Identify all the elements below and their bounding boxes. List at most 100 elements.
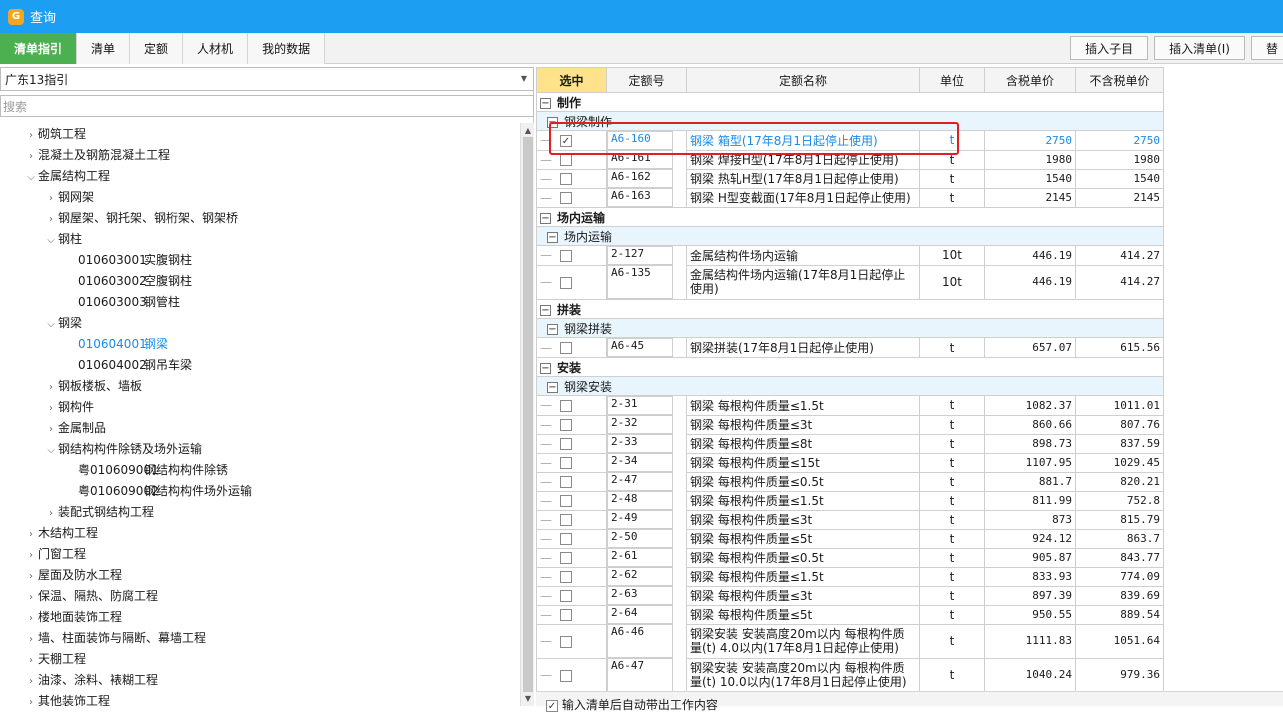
tree-node[interactable]: › 砌筑工程 — [24, 124, 86, 144]
table-row[interactable]: — 2-49 钢梁 每根构件质量≤3t t 873 815.79 — [536, 509, 1164, 530]
subcategory-row[interactable]: − 场内运输 — [536, 226, 1164, 246]
row-checkbox[interactable] — [560, 399, 572, 412]
auto-content-option[interactable]: ✓ 输入清单后自动带出工作内容 — [546, 696, 718, 713]
row-checkbox[interactable]: ✓ — [560, 134, 572, 147]
col-header-price-tax[interactable]: 含税单价 — [984, 67, 1076, 93]
category-row[interactable]: − 场内运输 — [536, 207, 1164, 227]
chevron-right-icon[interactable]: › — [24, 693, 38, 706]
category-row[interactable]: − 安装 — [536, 357, 1164, 377]
chevron-down-icon[interactable]: ⌵ — [44, 315, 58, 335]
table-row[interactable]: — 2-47 钢梁 每根构件质量≤0.5t t 881.7 820.21 — [536, 471, 1164, 492]
tree-node[interactable]: › 金属制品 — [44, 418, 106, 438]
chevron-right-icon[interactable]: › — [44, 399, 58, 419]
table-row[interactable]: — A6-161 钢梁 焊接H型(17年8月1日起停止使用) t 1980 1980 — [536, 149, 1164, 170]
tree-node[interactable]: › 墙、柱面装饰与隔断、幕墙工程 — [24, 628, 206, 648]
tree-node[interactable]: › 钢板楼板、墙板 — [44, 376, 142, 396]
collapse-icon[interactable]: − — [547, 381, 558, 393]
col-header-price-notax[interactable]: 不含税单价 — [1075, 67, 1164, 93]
table-row[interactable]: — 2-31 钢梁 每根构件质量≤1.5t t 1082.37 1011.01 — [536, 395, 1164, 416]
category-row[interactable]: − 拼装 — [536, 299, 1164, 319]
chevron-right-icon[interactable]: › — [24, 525, 38, 545]
row-checkbox[interactable] — [560, 249, 572, 262]
row-checkbox[interactable] — [560, 476, 572, 488]
table-row[interactable]: — A6-163 钢梁 H型变截面(17年8月1日起停止使用) t 2145 2145 — [536, 187, 1164, 208]
tree-node[interactable]: ⌵ 钢梁 — [44, 313, 82, 333]
tree-node[interactable]: › 天棚工程 — [24, 649, 86, 669]
col-header-select[interactable]: 选中 — [536, 67, 607, 93]
col-header-code[interactable]: 定额号 — [606, 67, 687, 93]
tree-node[interactable]: › 保温、隔热、防腐工程 — [24, 586, 158, 606]
tree-node[interactable]: › 混凝土及钢筋混凝土工程 — [24, 145, 170, 165]
row-checkbox[interactable] — [560, 419, 572, 431]
search-input[interactable]: 搜索 — [0, 95, 534, 117]
tree-node[interactable]: ⌵ 金属结构工程 — [24, 166, 110, 186]
scroll-up-icon[interactable]: ▲ — [523, 126, 533, 135]
tree-node[interactable]: 010603002空腹钢柱 — [64, 271, 192, 291]
chevron-right-icon[interactable]: › — [24, 147, 38, 167]
tree-node[interactable]: › 其他装饰工程 — [24, 691, 110, 706]
insert-child-button[interactable]: 插入子目 — [1070, 36, 1149, 60]
chevron-right-icon[interactable]: › — [24, 630, 38, 650]
tree-node[interactable]: ⌵ 钢结构构件除锈及场外运输 — [44, 439, 202, 459]
tree-node[interactable]: › 装配式钢结构工程 — [44, 502, 154, 522]
tree-node[interactable]: 粤010609001钢结构构件除锈 — [64, 460, 228, 480]
collapse-icon[interactable]: − — [547, 231, 558, 243]
chevron-right-icon[interactable]: › — [24, 609, 38, 629]
chevron-right-icon[interactable]: › — [24, 126, 38, 146]
collapse-icon[interactable]: − — [540, 304, 551, 316]
tree-node[interactable]: 010604001钢梁 — [64, 334, 168, 354]
table-row[interactable]: — 2-33 钢梁 每根构件质量≤8t t 898.73 837.59 — [536, 433, 1164, 454]
tree-node[interactable]: 010603001实腹钢柱 — [64, 250, 192, 270]
tree-node[interactable]: › 门窗工程 — [24, 544, 86, 564]
table-row[interactable]: — A6-45 钢梁拼装(17年8月1日起停止使用) t 657.07 615.56 — [536, 337, 1164, 358]
row-checkbox[interactable] — [560, 514, 572, 526]
table-row[interactable]: — 2-64 钢梁 每根构件质量≤5t t 950.55 889.54 — [536, 604, 1164, 625]
subcategory-row[interactable]: − 钢梁安装 — [536, 376, 1164, 396]
row-checkbox[interactable] — [560, 192, 572, 205]
table-row[interactable]: — 2-34 钢梁 每根构件质量≤15t t 1107.95 1029.45 — [536, 452, 1164, 473]
tree-node[interactable]: › 钢网架 — [44, 187, 94, 207]
chevron-down-icon[interactable]: ⌵ — [24, 168, 38, 188]
chevron-right-icon[interactable]: › — [24, 546, 38, 566]
row-checkbox[interactable] — [560, 571, 572, 583]
tab-2[interactable]: 定额 — [130, 33, 184, 64]
table-row[interactable]: — 2-32 钢梁 每根构件质量≤3t t 860.66 807.76 — [536, 414, 1164, 435]
tree-node[interactable]: 粤010609002钢结构构件场外运输 — [64, 481, 252, 501]
tree-node[interactable]: › 楼地面装饰工程 — [24, 607, 122, 627]
collapse-icon[interactable]: − — [540, 97, 551, 109]
chevron-right-icon[interactable]: › — [24, 672, 38, 692]
tab-4[interactable]: 我的数据 — [248, 33, 326, 64]
row-checkbox[interactable] — [560, 590, 572, 602]
row-checkbox[interactable] — [560, 438, 572, 450]
col-header-unit[interactable]: 单位 — [919, 67, 985, 93]
chevron-right-icon[interactable]: › — [24, 567, 38, 587]
tree-node[interactable]: › 油漆、涂料、裱糊工程 — [24, 670, 158, 690]
category-row[interactable]: − 制作 — [536, 92, 1164, 112]
row-checkbox[interactable] — [560, 457, 572, 469]
row-checkbox[interactable] — [560, 669, 572, 682]
chevron-right-icon[interactable]: › — [44, 420, 58, 440]
table-row[interactable]: — 2-50 钢梁 每根构件质量≤5t t 924.12 863.7 — [536, 528, 1164, 549]
row-checkbox[interactable] — [560, 533, 572, 545]
table-row[interactable]: — A6-46 钢梁安装 安装高度20m以内 每根构件质量(t) 4.0以内(17年… — [536, 623, 1164, 659]
chevron-right-icon[interactable]: › — [44, 378, 58, 398]
row-checkbox[interactable] — [560, 495, 572, 507]
col-header-name[interactable]: 定额名称 — [686, 67, 920, 93]
chevron-right-icon[interactable]: › — [24, 651, 38, 671]
insert-list-button[interactable]: 插入清单(I) — [1154, 36, 1245, 60]
collapse-icon[interactable]: − — [547, 116, 558, 128]
tree-node[interactable]: › 钢构件 — [44, 397, 94, 417]
row-checkbox[interactable] — [560, 276, 572, 289]
dropdown-arrow-icon[interactable]: ▼ — [521, 74, 527, 83]
row-checkbox[interactable] — [560, 342, 572, 354]
tree-node[interactable]: › 屋面及防水工程 — [24, 565, 122, 585]
table-row[interactable]: — 2-61 钢梁 每根构件质量≤0.5t t 905.87 843.77 — [536, 547, 1164, 568]
table-row[interactable]: — A6-47 钢梁安装 安装高度20m以内 每根构件质量(t) 10.0以内(17… — [536, 657, 1164, 693]
table-row[interactable]: — 2-48 钢梁 每根构件质量≤1.5t t 811.99 752.8 — [536, 490, 1164, 511]
collapse-icon[interactable]: − — [540, 212, 551, 224]
region-select[interactable]: 广东13指引 ▼ — [0, 67, 534, 91]
tree-node[interactable]: › 木结构工程 — [24, 523, 98, 543]
scrollbar-thumb[interactable] — [523, 137, 533, 692]
tab-3[interactable]: 人材机 — [183, 33, 249, 64]
tab-1[interactable]: 清单 — [77, 33, 131, 64]
